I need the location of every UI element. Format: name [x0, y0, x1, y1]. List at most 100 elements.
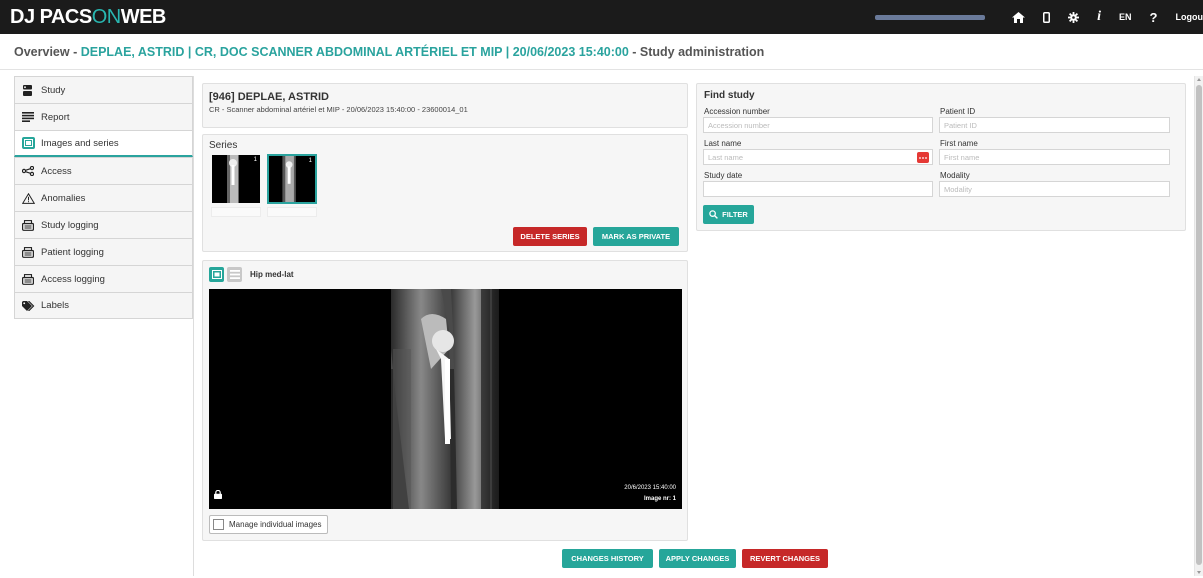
series-title: Series — [209, 140, 238, 151]
sidebar-item-label: Study — [41, 84, 66, 96]
log-icon — [21, 273, 35, 285]
lock-icon[interactable] — [214, 486, 222, 504]
mobile-icon[interactable] — [1043, 11, 1051, 23]
manage-individual-images-label: Manage individual images — [229, 520, 322, 529]
search-icon — [709, 210, 719, 219]
page-title: Overview - DEPLAE, ASTRID | CR, DOC SCAN… — [14, 45, 764, 59]
sidebar-item-study[interactable]: Study — [14, 76, 193, 103]
log-icon — [21, 246, 35, 258]
page-title-suffix: - Study administration — [628, 45, 765, 59]
page-title-prefix: Overview - — [14, 45, 81, 59]
viewer-datetime: 20/6/2023 15:40:00 — [624, 485, 676, 491]
mark-as-private-button[interactable]: MARK AS PRIVATE — [593, 227, 679, 246]
log-icon — [21, 219, 35, 231]
last-name-label: Last name — [704, 139, 742, 148]
scroll-down-icon[interactable] — [1197, 571, 1201, 574]
sidebar-item-label: Images and series — [41, 137, 119, 149]
delete-series-button[interactable]: DELETE SERIES — [513, 227, 587, 246]
first-name-input[interactable]: First name — [939, 149, 1170, 165]
changes-history-button[interactable]: CHANGES HISTORY — [562, 549, 653, 568]
sidebar-item-labels[interactable]: Labels — [14, 292, 193, 319]
sidebar-item-label: Access logging — [41, 273, 105, 285]
report-icon — [21, 111, 35, 123]
logout-link[interactable]: Logou — [1176, 12, 1203, 22]
logo-text-left: DJ PACS — [10, 5, 92, 28]
patient-id-label: Patient ID — [940, 107, 976, 116]
images-icon — [21, 137, 35, 149]
filter-label: FILTER — [722, 210, 748, 219]
sidebar-item-label: Anomalies — [41, 192, 86, 204]
warning-icon — [21, 192, 35, 204]
tag-icon — [21, 300, 35, 312]
patient-header-box: [946] DEPLAE, ASTRID CR - Scanner abdomi… — [202, 83, 688, 128]
sidebar-item-images-and-series[interactable]: Images and series — [14, 130, 193, 157]
sidebar-item-patient-logging[interactable]: Patient logging — [14, 238, 193, 265]
top-bar: DJ PACS ON WEB i EN ? Logou — [0, 0, 1203, 34]
study-description: CR - Scanner abdominal artériel et MIP -… — [209, 105, 468, 114]
xray-image — [391, 289, 499, 509]
viewer-toolbar: Hip med-lat — [209, 267, 294, 282]
scrollbar-thumb[interactable] — [1196, 85, 1202, 565]
list-view-toggle-icon[interactable] — [227, 267, 242, 282]
thumbnail-caption — [211, 207, 261, 217]
language-selector[interactable]: EN — [1119, 12, 1132, 22]
sidebar-item-anomalies[interactable]: Anomalies — [14, 184, 193, 211]
sidebar-item-report[interactable]: Report — [14, 103, 193, 130]
sidebar-item-label: Labels — [41, 300, 69, 311]
main-panel: [946] DEPLAE, ASTRID CR - Scanner abdomi… — [193, 76, 1193, 576]
modality-input[interactable]: Modality — [939, 181, 1170, 197]
find-study-box: Find study Accession number Accession nu… — [696, 83, 1186, 231]
user-email-redacted — [875, 14, 986, 20]
study-date-input[interactable] — [703, 181, 933, 197]
sidebar-item-label: Patient logging — [41, 246, 104, 258]
scroll-up-icon[interactable] — [1197, 78, 1201, 81]
share-icon — [21, 165, 35, 177]
image-view-toggle-icon[interactable] — [209, 267, 224, 282]
sidebar-item-access[interactable]: Access — [14, 157, 193, 184]
apply-changes-button[interactable]: APPLY CHANGES — [659, 549, 736, 568]
last-name-placeholder: Last name — [708, 152, 744, 162]
checkbox-box[interactable] — [213, 519, 224, 530]
modality-label: Modality — [940, 171, 970, 180]
home-icon[interactable] — [1012, 11, 1026, 23]
top-nav: i EN ? Logou — [875, 0, 1203, 34]
image-viewer[interactable]: 20/6/2023 15:40:00 Image nr: 1 — [209, 289, 682, 509]
last-name-input[interactable]: Last name — [703, 149, 933, 165]
logo-text-on: ON — [91, 5, 122, 28]
accession-number-label: Accession number — [704, 107, 770, 116]
filter-button[interactable]: FILTER — [703, 205, 754, 224]
info-icon[interactable]: i — [1097, 9, 1101, 25]
sidebar: Study Report Images and series Access An… — [14, 76, 193, 319]
series-box: Series 1 1 DELETE SERIES MARK AS PRIVATE — [202, 134, 688, 252]
study-icon — [21, 84, 35, 96]
viewer-title: Hip med-lat — [250, 270, 294, 279]
title-bar: Overview - DEPLAE, ASTRID | CR, DOC SCAN… — [0, 34, 1203, 70]
patient-name: [946] DEPLAE, ASTRID — [209, 91, 330, 103]
sidebar-item-study-logging[interactable]: Study logging — [14, 211, 193, 238]
page-title-study: DEPLAE, ASTRID | CR, DOC SCANNER ABDOMIN… — [80, 45, 629, 59]
page-scrollbar[interactable] — [1194, 76, 1203, 576]
viewer-image-number: Image nr: 1 — [643, 496, 676, 502]
logo-text-right: WEB — [120, 5, 167, 28]
image-viewer-box: Hip med-lat 20/6/2023 15:40:00 Image nr:… — [202, 260, 688, 541]
sidebar-item-label: Report — [41, 111, 70, 123]
gear-icon[interactable] — [1068, 11, 1080, 23]
patient-id-input[interactable]: Patient ID — [939, 117, 1170, 133]
more-options-icon[interactable] — [917, 152, 929, 163]
first-name-label: First name — [940, 139, 978, 148]
accession-number-input[interactable]: Accession number — [703, 117, 933, 133]
sidebar-item-label: Study logging — [41, 219, 99, 231]
series-number: 1 — [308, 158, 312, 164]
series-thumbnail-selected[interactable]: 1 — [267, 154, 317, 204]
sidebar-item-access-logging[interactable]: Access logging — [14, 265, 193, 292]
study-date-label: Study date — [704, 171, 743, 180]
thumbnail-caption — [267, 207, 317, 217]
revert-changes-button[interactable]: REVERT CHANGES — [742, 549, 828, 568]
app-logo[interactable]: DJ PACS ON WEB — [10, 6, 166, 29]
help-icon[interactable]: ? — [1150, 10, 1158, 25]
sidebar-item-label: Access — [41, 165, 72, 177]
manage-individual-images-checkbox[interactable]: Manage individual images — [209, 515, 328, 534]
series-thumbnail[interactable]: 1 — [212, 155, 260, 203]
find-study-title: Find study — [704, 90, 755, 101]
series-number: 1 — [253, 157, 257, 163]
